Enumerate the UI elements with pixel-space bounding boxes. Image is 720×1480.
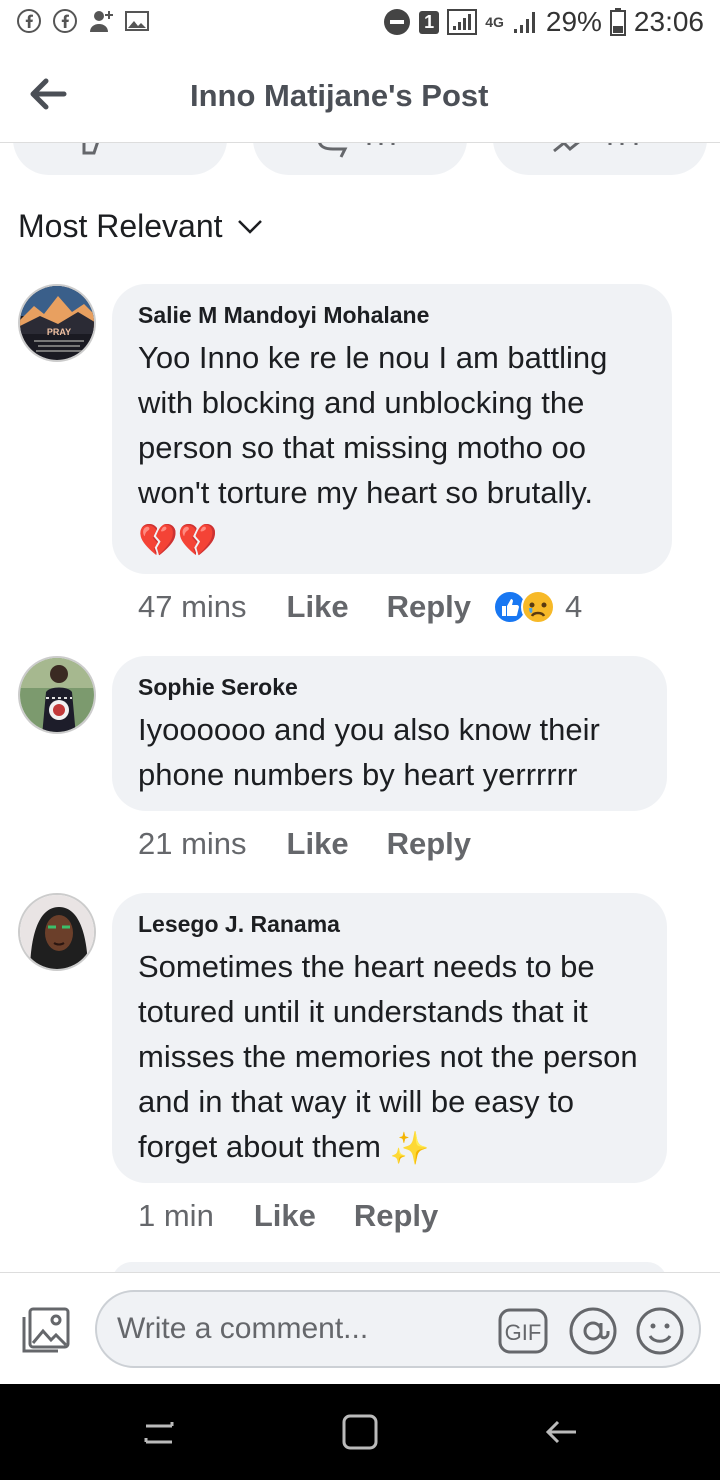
chevron-down-icon [237,219,262,234]
photo-icon[interactable] [20,1305,72,1357]
page-title: Inno Matijane's Post [190,78,489,113]
comment-input[interactable] [117,1312,477,1346]
app-header: Inno Matijane's Post [0,50,720,143]
post-action-bar [0,143,720,183]
comment-composer: GIF [0,1272,720,1384]
svg-text:GIF: GIF [505,1320,542,1345]
comment-meta: 47 mins Like Reply 4 [138,589,582,625]
comment-time: 21 mins [138,826,247,861]
comment-input-box: GIF [95,1290,701,1368]
comment-text: Iyoooooo and you also know their phone n… [138,712,600,792]
like-button[interactable]: Like [287,589,349,625]
image-icon [125,11,149,31]
sad-reaction-icon [521,590,555,624]
back-icon[interactable] [542,1412,582,1452]
share-icon [553,143,638,153]
svg-text:PRAY: PRAY [47,327,71,337]
emoji-icon[interactable] [635,1306,685,1356]
comment-bubble[interactable]: Lesego J. Ranama Sometimes the heart nee… [112,893,667,1183]
sparkles-emoji: ✨ [389,1130,430,1167]
gif-button[interactable]: GIF [498,1306,548,1356]
add-user-icon [90,11,113,32]
share-action-pill[interactable] [493,143,707,175]
person-avatar-image [20,895,94,969]
sort-label: Most Relevant [18,208,223,244]
battery-icon [609,8,626,36]
comment-author[interactable]: Lesego J. Ranama [138,911,643,938]
avatar[interactable] [18,656,96,734]
reply-button[interactable]: Reply [387,589,471,625]
comment-text: Sometimes the heart needs to be totured … [138,944,643,1171]
wifi-calling-signal-icon [447,9,478,35]
comment-meta: 1 min Like Reply [138,1198,476,1234]
like-icon [82,143,99,155]
comment-text: Yoo Inno ke re le nou I am battling with… [138,335,648,562]
status-bar: 1 4G 29% 23:06 [0,0,720,50]
back-arrow-icon[interactable] [26,72,70,116]
facebook-icon [17,9,41,33]
battery-percent: 29% [545,6,602,37]
like-button[interactable]: Like [287,826,349,862]
like-action-pill[interactable] [13,143,227,175]
person-avatar-image [20,658,94,732]
comment-action-pill[interactable] [253,143,467,175]
system-nav-bar [0,1384,720,1480]
reaction-count: 4 [565,589,583,624]
sim-badge: 1 [419,10,440,34]
comment-bubble[interactable]: Salie M Mandoyi Mohalane Yoo Inno ke re … [112,284,672,574]
comment-time: 1 min [138,1198,214,1233]
like-button[interactable]: Like [254,1198,316,1234]
comment-time: 47 mins [138,589,247,624]
post-comments-screen: 1 4G 29% 23:06 Inno Matijane's Post Most… [0,0,720,1480]
facebook-icon [53,9,77,33]
mention-icon[interactable] [568,1306,618,1356]
home-icon[interactable] [340,1412,380,1452]
reply-button[interactable]: Reply [387,826,471,862]
reply-button[interactable]: Reply [354,1198,438,1234]
mountain-avatar-image: PRAY [20,286,94,360]
reaction-summary[interactable]: 4 [493,589,582,625]
recent-apps-icon[interactable] [140,1412,180,1452]
comment-icon [318,143,395,158]
network-type: 4G [485,14,504,30]
clock: 23:06 [633,6,704,37]
signal-strength-icon [513,12,535,33]
avatar[interactable]: PRAY [18,284,96,362]
comment-meta: 21 mins Like Reply [138,826,509,862]
avatar[interactable] [18,893,96,971]
gif-icon: GIF [498,1308,548,1354]
do-not-disturb-icon [384,9,411,35]
broken-heart-emoji: 💔💔 [138,521,218,558]
comment-author[interactable]: Sophie Seroke [138,674,643,701]
comment-bubble[interactable]: Sophie Seroke Iyoooooo and you also know… [112,656,667,811]
comment-sort-dropdown[interactable]: Most Relevant [18,208,263,245]
comment-author[interactable]: Salie M Mandoyi Mohalane [138,302,648,329]
